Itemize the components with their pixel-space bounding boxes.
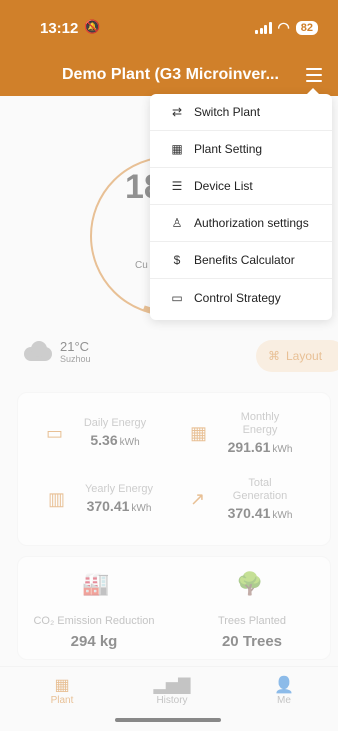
page-title[interactable]: Demo Plant (G3 Microinver... <box>62 66 290 84</box>
toggle-icon: ▭ <box>171 290 183 305</box>
status-time: 13:12 <box>40 20 79 37</box>
menu-item-label: Plant Setting <box>194 142 263 156</box>
menu-item-control-strategy[interactable]: ▭ Control Strategy <box>150 279 332 316</box>
bell-muted-icon: 🔕 <box>84 19 101 34</box>
menu-item-label: Control Strategy <box>194 290 281 305</box>
battery-badge: 82 <box>295 20 318 35</box>
app-screen: 13:12 🔕 ◠ 82 Demo Plant (G3 Microinver..… <box>0 0 338 731</box>
header-dropdown-menu: ⇄ Switch Plant ▦ Plant Setting ☰ Device … <box>150 88 332 320</box>
grid-settings-icon: ▦ <box>171 142 183 156</box>
status-indicators: ◠ 82 <box>255 19 318 36</box>
menu-item-authorization-settings[interactable]: ♙ Authorization settings <box>150 205 332 242</box>
menu-item-plant-setting[interactable]: ▦ Plant Setting <box>150 131 332 168</box>
menu-item-device-list[interactable]: ☰ Device List <box>150 168 332 205</box>
signal-icon <box>255 21 272 34</box>
menu-item-label: Authorization settings <box>194 216 309 230</box>
menu-item-label: Benefits Calculator <box>194 253 295 267</box>
money-bag-icon: $ <box>173 253 181 267</box>
menu-item-benefits-calculator[interactable]: $ Benefits Calculator <box>150 242 332 279</box>
checklist-icon: ☰ <box>171 179 183 193</box>
status-bar: 13:12 🔕 ◠ 82 <box>0 0 338 56</box>
user-icon: ♙ <box>171 216 183 230</box>
menu-item-label: Device List <box>194 179 253 193</box>
app-header: Demo Plant (G3 Microinver... <box>0 56 338 96</box>
hamburger-menu-icon[interactable] <box>306 68 322 82</box>
switch-icon: ⇄ <box>171 105 183 119</box>
menu-item-switch-plant[interactable]: ⇄ Switch Plant <box>150 94 332 131</box>
menu-item-label: Switch Plant <box>194 105 261 119</box>
wifi-icon: ◠ <box>277 19 290 35</box>
